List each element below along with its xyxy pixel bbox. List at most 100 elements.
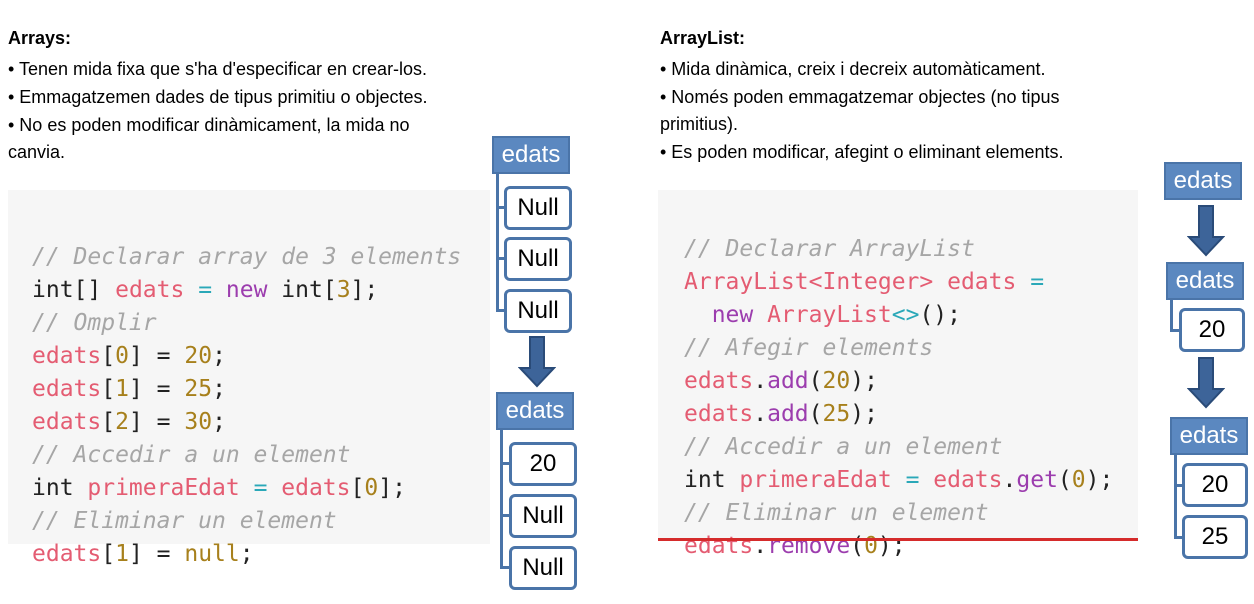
- code-variable: edats: [32, 541, 102, 567]
- array-diagram-1-cell-0: Null: [504, 186, 572, 230]
- code-comment: // Declarar array de 3 elements: [32, 244, 462, 270]
- arraylist-bullet-1: • Mida dinàmica, creix i decreix automàt…: [660, 59, 1046, 79]
- code-punct: ] =: [128, 541, 185, 567]
- arraylist-bullet-3: • Es poden modificar, afegint o eliminan…: [660, 142, 1064, 162]
- arraylist-bullet-2-cont: primitius).: [660, 114, 739, 134]
- code-punct: ];: [378, 475, 406, 501]
- code-variable: edats: [684, 368, 754, 394]
- arraylist-heading: ArrayList:: [660, 28, 746, 48]
- arrays-heading: Arrays:: [8, 28, 72, 48]
- code-block-underline: [658, 538, 1138, 541]
- code-punct: [: [350, 475, 365, 501]
- code-variable: edats: [933, 467, 1003, 493]
- code-line: // Afegir elements: [684, 332, 1138, 365]
- code-comment: // Omplir: [32, 310, 157, 336]
- code-line: new ArrayList<>();: [684, 299, 1138, 332]
- code-type: int: [684, 467, 740, 493]
- code-punct: ];: [350, 277, 379, 303]
- code-line: edats.remove(0);: [684, 530, 1138, 563]
- array-diagram-2-header: edats: [496, 392, 574, 430]
- code-line: edats[0] = 20;: [32, 340, 490, 373]
- array-diagram-2-cell-1: Null: [509, 494, 577, 538]
- code-operator: =: [891, 467, 934, 493]
- arraylist-diagram-3-cell-0: 20: [1182, 463, 1248, 507]
- code-number: 0: [364, 475, 379, 501]
- arraylist-diagram-3-header: edats: [1170, 417, 1248, 455]
- array-diagram-1-cell-1: Null: [504, 237, 572, 281]
- arrays-bullet-3-cont: canvia.: [8, 142, 66, 162]
- code-punct: ] =: [128, 409, 185, 435]
- arrow-down-icon: [1187, 357, 1225, 409]
- code-punct: [: [101, 343, 116, 369]
- code-punct: ;: [212, 343, 226, 369]
- code-operator: =: [239, 475, 282, 501]
- code-comment: // Eliminar un element: [32, 508, 337, 534]
- code-variable: edats: [32, 376, 102, 402]
- code-line: // Eliminar un element: [32, 505, 490, 538]
- arrow-down-icon: [518, 336, 556, 388]
- code-line: // Omplir: [32, 307, 490, 340]
- code-type: int: [32, 475, 88, 501]
- code-line: // Declarar array de 3 elements: [32, 241, 490, 274]
- code-line: int[] edats = new int[3];: [32, 274, 490, 307]
- code-number: 1: [115, 541, 129, 567]
- code-comment: // Accedir a un element: [32, 442, 351, 468]
- code-number: 0: [1071, 467, 1086, 493]
- code-number: 1: [115, 376, 129, 402]
- code-line: edats.add(20);: [684, 365, 1138, 398]
- code-punct: (: [850, 533, 865, 559]
- code-punct: ] =: [128, 343, 185, 369]
- code-class: ArrayList: [684, 269, 809, 295]
- array-diagram-1-connector: [496, 174, 499, 312]
- code-keyword: new: [684, 302, 754, 328]
- arraylist-diagram-3-cell-1: 25: [1182, 515, 1248, 559]
- arraylist-diagram-2-header: edats: [1166, 262, 1244, 300]
- code-variable: primeraEdat: [87, 475, 240, 501]
- code-punct: );: [1085, 467, 1114, 493]
- code-punct: .: [753, 533, 768, 559]
- arraylist-diagram-3-connector: [1174, 455, 1177, 539]
- code-punct: ;: [212, 376, 226, 402]
- code-type: int[: [267, 277, 337, 303]
- code-class: ArrayList: [753, 302, 892, 328]
- code-operator: =: [1016, 269, 1045, 295]
- code-operator: <>: [891, 302, 920, 328]
- code-number: 20: [822, 368, 851, 394]
- code-punct: ;: [239, 541, 254, 567]
- code-number: 30: [184, 409, 213, 435]
- code-punct: (: [808, 368, 823, 394]
- code-variable: edats: [115, 277, 185, 303]
- code-line: edats[1] = 25;: [32, 373, 490, 406]
- code-punct: ] =: [128, 376, 185, 402]
- arraylist-diagram-2-connector: [1170, 300, 1173, 332]
- code-generic: <Integer>: [808, 269, 934, 295]
- arraylist-bullet-2: • Només poden emmagatzemar objectes (no …: [660, 87, 1060, 107]
- code-number: 0: [864, 533, 878, 559]
- arrays-bullet-3: • No es poden modificar dinàmicament, la…: [8, 115, 410, 135]
- code-punct: ;: [212, 409, 226, 435]
- code-method: remove: [767, 533, 851, 559]
- arrays-bullet-2: • Emmagatzemen dades de tipus primitiu o…: [8, 87, 428, 107]
- array-diagram-1-cell-2: Null: [504, 289, 572, 333]
- code-number: 0: [115, 343, 129, 369]
- code-number: 25: [822, 401, 851, 427]
- code-punct: [: [101, 409, 116, 435]
- code-number: null: [184, 541, 240, 567]
- code-comment: // Declarar ArrayList: [684, 236, 975, 262]
- code-punct: [: [101, 376, 116, 402]
- code-punct: );: [850, 368, 878, 394]
- arrow-down-icon: [1187, 205, 1225, 257]
- code-punct: .: [1002, 467, 1017, 493]
- arraylist-diagram-2-cell-0: 20: [1179, 308, 1245, 352]
- code-variable: edats: [281, 475, 351, 501]
- code-punct: (: [1057, 467, 1072, 493]
- array-diagram-2-connector: [500, 430, 503, 568]
- code-punct: (: [808, 401, 823, 427]
- code-line: int primeraEdat = edats[0];: [32, 472, 490, 505]
- code-variable: primeraEdat: [739, 467, 892, 493]
- code-keyword: new: [225, 277, 268, 303]
- code-method: add: [767, 401, 809, 427]
- code-method: get: [1016, 467, 1058, 493]
- code-line: // Declarar ArrayList: [684, 233, 1138, 266]
- code-punct: );: [850, 401, 878, 427]
